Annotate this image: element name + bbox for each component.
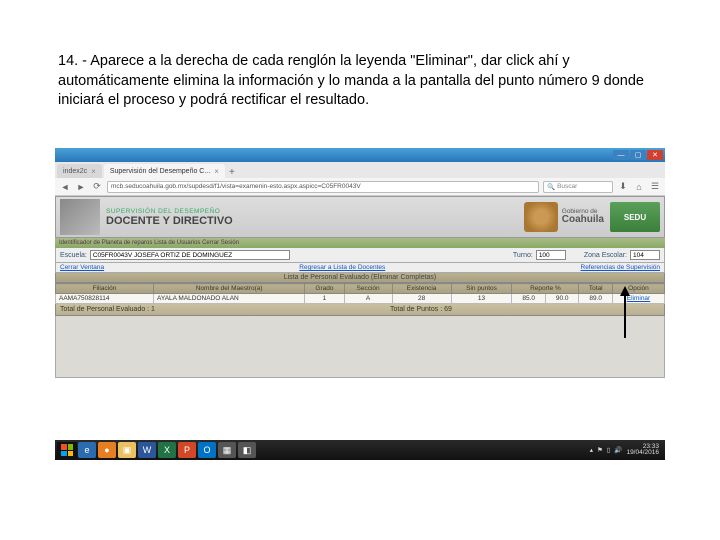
evaluados-table: Filiación Nombre del Maestro(a) Grado Se… — [55, 283, 665, 304]
cerrar-ventana-link[interactable]: Cerrar Ventana — [60, 264, 104, 271]
coahuila-seal-icon — [524, 202, 558, 232]
col-reporte: Reporte % — [512, 284, 579, 294]
action-links-row: Cerrar Ventana Regresar a Lista de Docen… — [55, 263, 665, 273]
table-header-row: Filiación Nombre del Maestro(a) Grado Se… — [56, 284, 665, 294]
search-icon: 🔍 — [547, 183, 555, 191]
browser-tabs: index2c × Supervisión del Desempeño C...… — [55, 162, 665, 178]
windows-logo-icon — [61, 444, 73, 456]
tray-up-icon[interactable]: ▴ — [590, 446, 593, 454]
new-tab-button[interactable]: + — [225, 167, 239, 178]
col-sinpuntos: Sin puntos — [451, 284, 512, 294]
excel-icon[interactable]: X — [158, 442, 176, 458]
sub-banner: Identificador de Planeta de reparos List… — [55, 238, 665, 248]
cell-r2: 90.0 — [545, 294, 579, 304]
escuela-label: Escuela: — [60, 252, 87, 259]
ie-icon[interactable]: e — [78, 442, 96, 458]
start-button[interactable] — [57, 442, 77, 458]
back-icon[interactable]: ◄ — [59, 181, 71, 193]
firefox-icon[interactable]: ● — [98, 442, 116, 458]
total-personal: Total de Personal Evaluado : 1 — [60, 306, 390, 313]
search-placeholder: Buscar — [557, 183, 577, 190]
banner-photo — [60, 199, 100, 235]
tab-supervision[interactable]: Supervisión del Desempeño C... × — [104, 164, 225, 178]
outlook-icon[interactable]: O — [198, 442, 216, 458]
banner-title-block: SUPERVISIÓN DEL DESEMPEÑO DOCENTE Y DIRE… — [106, 208, 520, 227]
app-icon[interactable]: ▦ — [218, 442, 236, 458]
minimize-button[interactable]: — — [613, 150, 629, 160]
volume-icon[interactable]: 🔊 — [614, 446, 622, 454]
close-button[interactable]: ✕ — [647, 150, 663, 160]
browser-toolbar: ◄ ► ⟳ mcb.seducoahuila.gob.mx/supdesd/f1… — [55, 178, 665, 196]
col-nombre: Nombre del Maestro(a) — [153, 284, 304, 294]
network-icon[interactable]: ▯ — [607, 446, 611, 454]
col-filiacion: Filiación — [56, 284, 154, 294]
tab-label: index2c — [63, 168, 87, 175]
gov-big: Coahuila — [562, 215, 604, 225]
page-content: SUPERVISIÓN DEL DESEMPEÑO DOCENTE Y DIRE… — [55, 196, 665, 378]
windows-taskbar: e ● ▣ W X P O ▦ ◧ ▴ ⚑ ▯ 🔊 23:33 19/04/20… — [55, 440, 665, 460]
table-row: AAMA750828114 AYALA MALDONADO ALAN 1 A 2… — [56, 294, 665, 304]
cell-filiacion: AAMA750828114 — [56, 294, 154, 304]
cell-nombre: AYALA MALDONADO ALAN — [153, 294, 304, 304]
empty-panel — [55, 316, 665, 378]
maximize-button[interactable]: ▢ — [630, 150, 646, 160]
zona-field[interactable] — [630, 250, 660, 260]
tab-label: Supervisión del Desempeño C... — [110, 168, 210, 175]
search-box[interactable]: 🔍 Buscar — [543, 181, 613, 193]
word-icon[interactable]: W — [138, 442, 156, 458]
zona-label: Zona Escolar: — [584, 252, 627, 259]
powerpoint-icon[interactable]: P — [178, 442, 196, 458]
coahuila-text: Gobierno de Coahuila — [562, 209, 604, 226]
col-grado: Grado — [305, 284, 344, 294]
sedu-badge: SEDU — [610, 202, 660, 232]
instruction-text: 14. - Aparece a la derecha de cada rengl… — [58, 52, 666, 111]
forward-icon[interactable]: ► — [75, 181, 87, 193]
cell-r1: 85.0 — [512, 294, 546, 304]
folder-icon[interactable]: ▣ — [118, 442, 136, 458]
totals-row: Total de Personal Evaluado : 1 Total de … — [55, 304, 665, 316]
turno-field[interactable] — [536, 250, 566, 260]
cell-existencia: 28 — [392, 294, 451, 304]
total-puntos: Total de Puntos : 69 — [390, 306, 660, 313]
url-text: mcb.seducoahuila.gob.mx/supdesd/f1/vista… — [111, 183, 361, 190]
address-bar[interactable]: mcb.seducoahuila.gob.mx/supdesd/f1/vista… — [107, 181, 539, 193]
clock[interactable]: 23:33 19/04/2016 — [626, 444, 659, 457]
escuela-field[interactable] — [90, 250, 290, 260]
cell-grado: 1 — [305, 294, 344, 304]
cell-total: 89.0 — [579, 294, 613, 304]
tab-index2c[interactable]: index2c × — [57, 164, 102, 178]
cell-sinpuntos: 13 — [451, 294, 512, 304]
col-total: Total — [579, 284, 613, 294]
turno-label: Turno: — [513, 252, 533, 259]
regresar-lista-link[interactable]: Regresar a Lista de Docentes — [299, 264, 385, 271]
cell-seccion: A — [344, 294, 392, 304]
section-header: Lista de Personal Evaluado (Eliminar Com… — [55, 273, 665, 283]
banner-line2: DOCENTE Y DIRECTIVO — [106, 215, 520, 227]
home-icon[interactable]: ⌂ — [633, 181, 645, 193]
close-icon[interactable]: × — [91, 167, 96, 176]
download-icon[interactable]: ⬇ — [617, 181, 629, 193]
filter-row: Escuela: Turno: Zona Escolar: — [55, 248, 665, 263]
close-icon[interactable]: × — [214, 167, 219, 176]
col-opcion: Opción — [612, 284, 664, 294]
banner-line1: SUPERVISIÓN DEL DESEMPEÑO — [106, 208, 520, 215]
app-icon[interactable]: ◧ — [238, 442, 256, 458]
app-banner: SUPERVISIÓN DEL DESEMPEÑO DOCENTE Y DIRE… — [55, 196, 665, 238]
system-tray: ▴ ⚑ ▯ 🔊 23:33 19/04/2016 — [590, 444, 663, 457]
referencias-link[interactable]: Referencias de Supervisión — [581, 264, 661, 271]
menu-icon[interactable]: ☰ — [649, 181, 661, 193]
embedded-screenshot: — ▢ ✕ index2c × Supervisión del Desempeñ… — [55, 148, 665, 378]
col-seccion: Sección — [344, 284, 392, 294]
window-titlebar: — ▢ ✕ — [55, 148, 665, 162]
reload-icon[interactable]: ⟳ — [91, 181, 103, 193]
date-text: 19/04/2016 — [626, 450, 659, 457]
col-existencia: Existencia — [392, 284, 451, 294]
flag-icon[interactable]: ⚑ — [597, 446, 603, 454]
eliminar-link[interactable]: Eliminar — [627, 295, 650, 302]
